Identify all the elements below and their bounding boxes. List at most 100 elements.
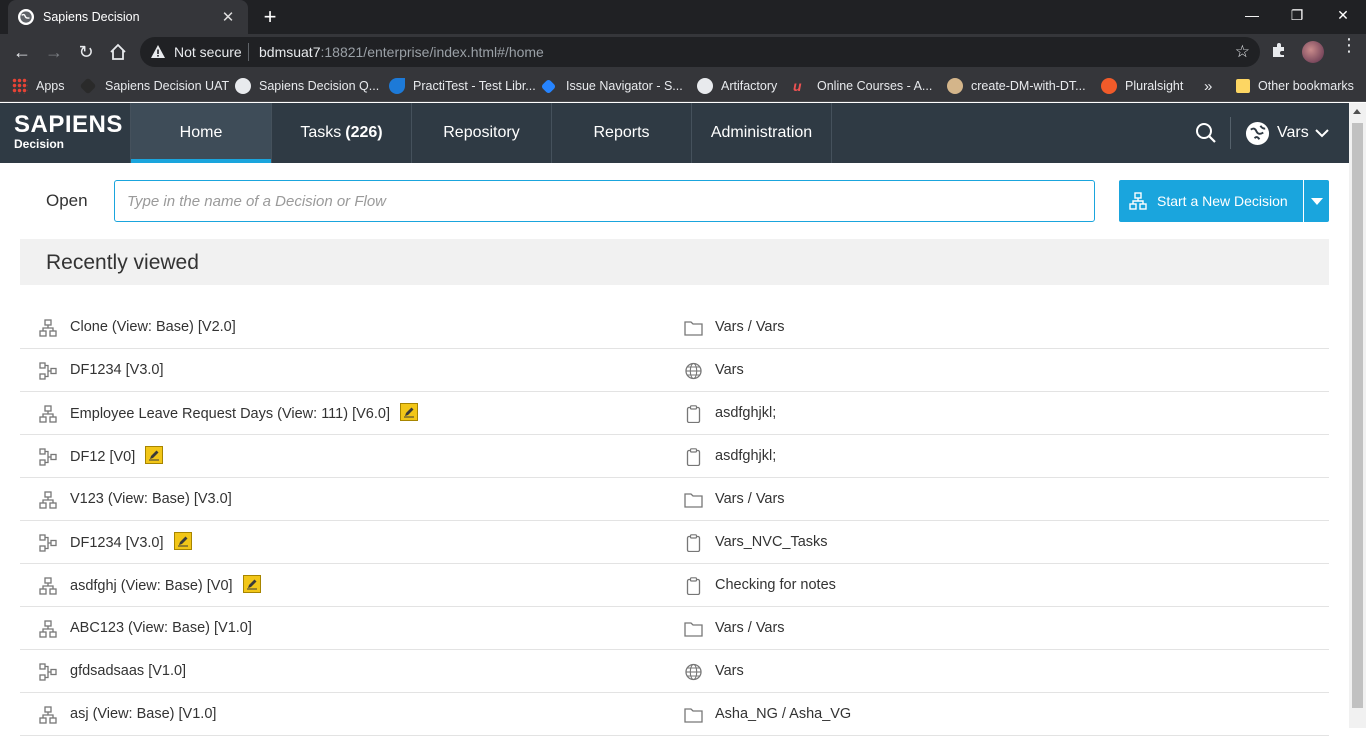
recent-item-row[interactable]: gfdsadsaas [V1.0] Vars: [20, 650, 1329, 693]
bookmark-label: PractiTest - Test Libr...: [413, 79, 536, 93]
flow-icon: [39, 362, 57, 380]
nav-label: Repository: [443, 124, 520, 141]
nav-tab-repository[interactable]: Repository: [411, 103, 551, 163]
extensions-puzzle-icon[interactable]: [1270, 41, 1288, 64]
browser-menu-icon[interactable]: ⋮: [1340, 36, 1358, 54]
recent-item-row[interactable]: DF1234 [V3.0] Vars: [20, 349, 1329, 392]
bookmark-label: Artifactory: [721, 79, 778, 93]
recent-item-row[interactable]: Clone (View: Base) [V2.0] Vars / Vars: [20, 306, 1329, 349]
item-location[interactable]: Vars / Vars: [715, 319, 785, 335]
scroll-up-arrow-icon[interactable]: [1353, 109, 1361, 114]
start-new-decision-button[interactable]: Start a New Decision: [1119, 180, 1303, 222]
item-location[interactable]: Vars / Vars: [715, 491, 785, 507]
nav-tab-home[interactable]: Home: [130, 103, 271, 163]
globe-icon: [235, 78, 251, 94]
note-icon[interactable]: [145, 446, 164, 464]
close-tab-icon[interactable]: ✕: [218, 8, 238, 26]
clipboard-icon: [684, 577, 703, 596]
profile-avatar[interactable]: [1302, 41, 1324, 63]
item-location[interactable]: Vars / Vars: [715, 620, 785, 636]
scrollbar-thumb[interactable]: [1352, 123, 1363, 708]
open-search-input[interactable]: [114, 180, 1095, 222]
bookmark-label: create-DM-with-DT...: [971, 79, 1086, 93]
bookmark-sapiens-uat[interactable]: Sapiens Decision UAT: [79, 76, 229, 96]
item-location[interactable]: Vars: [715, 362, 744, 378]
note-icon[interactable]: [399, 403, 418, 421]
url-path: :18821/enterprise/index.html#/home: [320, 44, 544, 60]
start-dropdown-caret[interactable]: [1303, 180, 1329, 222]
bookmark-practitest[interactable]: PractiTest - Test Libr...: [389, 76, 536, 96]
item-name-link[interactable]: DF1234 [V3.0]: [70, 362, 164, 378]
note-icon[interactable]: [173, 532, 192, 550]
scrollbar[interactable]: [1349, 103, 1366, 728]
recent-item-row[interactable]: asdfghj (View: Base) [V0] Checking for no…: [20, 564, 1329, 607]
item-name-link[interactable]: Clone (View: Base) [V2.0]: [70, 319, 236, 335]
home-icon[interactable]: [104, 38, 132, 66]
new-tab-button[interactable]: +: [258, 4, 282, 30]
item-name-link[interactable]: asj (View: Base) [V1.0]: [70, 706, 216, 722]
bookmark-pluralsight[interactable]: Pluralsight: [1101, 76, 1183, 96]
folder-icon: [684, 620, 703, 638]
item-name-link[interactable]: DF12 [V0]: [70, 446, 164, 466]
item-name-link[interactable]: V123 (View: Base) [V3.0]: [70, 491, 232, 507]
recent-item-row[interactable]: asj (View: Base) [V1.0] Asha_NG / Asha_VG: [20, 693, 1329, 736]
item-location[interactable]: Vars_NVC_Tasks: [715, 534, 828, 550]
item-location[interactable]: Checking for notes: [715, 577, 836, 593]
url-text[interactable]: bdmsuat7:18821/enterprise/index.html#/ho…: [259, 44, 544, 60]
item-location[interactable]: Vars: [715, 663, 744, 679]
nav-label: Tasks: [300, 124, 342, 141]
item-location[interactable]: asdfghjkl;: [715, 405, 776, 421]
globe-icon: [18, 9, 34, 25]
sapiens-icon: [79, 77, 97, 95]
forward-arrow-icon[interactable]: →: [40, 38, 68, 66]
udemy-icon: u: [793, 78, 802, 94]
decision-icon: [39, 491, 57, 509]
not-secure-label[interactable]: Not secure: [174, 44, 242, 60]
back-arrow-icon[interactable]: ←: [8, 38, 36, 66]
recent-item-row[interactable]: DF12 [V0] asdfghjkl;: [20, 435, 1329, 478]
chevron-down-icon[interactable]: [1314, 125, 1330, 141]
item-name-link[interactable]: asdfghj (View: Base) [V0]: [70, 575, 261, 595]
item-name-link[interactable]: Employee Leave Request Days (View: 111) …: [70, 403, 418, 423]
decision-icon: [39, 405, 57, 423]
close-window-button[interactable]: ✕: [1320, 0, 1366, 30]
bookmark-label: Online Courses - A...: [817, 79, 933, 93]
bookmark-artifactory[interactable]: Artifactory: [697, 76, 777, 96]
search-icon[interactable]: [1195, 122, 1217, 144]
other-bookmarks[interactable]: Other bookmarks: [1236, 76, 1354, 96]
user-globe-icon[interactable]: [1245, 121, 1270, 146]
browser-tab[interactable]: Sapiens Decision ✕: [8, 0, 248, 34]
recent-item-row[interactable]: V123 (View: Base) [V3.0] Vars / Vars: [20, 478, 1329, 521]
decision-icon: [39, 620, 57, 638]
bookmarks-bar: Apps Sapiens Decision UAT Sapiens Decisi…: [0, 70, 1366, 102]
nav-tab-reports[interactable]: Reports: [551, 103, 691, 163]
nav-tab-tasks[interactable]: Tasks (226): [271, 103, 411, 163]
clipboard-icon: [684, 405, 703, 424]
bookmark-apps[interactable]: Apps: [12, 76, 65, 96]
bookmark-issue-navigator[interactable]: Issue Navigator - S...: [540, 76, 683, 96]
address-bar[interactable]: Not secure bdmsuat7:18821/enterprise/ind…: [140, 37, 1260, 67]
item-name-link[interactable]: gfdsadsaas [V1.0]: [70, 663, 186, 679]
bookmark-sapiens-q[interactable]: Sapiens Decision Q...: [235, 76, 379, 96]
user-name[interactable]: Vars: [1277, 124, 1309, 142]
bookmark-star-icon[interactable]: ☆: [1235, 42, 1250, 62]
nav-label: Home: [179, 124, 223, 141]
bookmark-online-courses[interactable]: u Online Courses - A...: [793, 76, 932, 96]
globe-icon: [684, 362, 703, 380]
reload-icon[interactable]: ↻: [72, 38, 100, 66]
restore-button[interactable]: ❐: [1274, 0, 1320, 30]
item-location[interactable]: asdfghjkl;: [715, 448, 776, 464]
bookmark-create-dm[interactable]: create-DM-with-DT...: [947, 76, 1086, 96]
item-location[interactable]: Asha_NG / Asha_VG: [715, 706, 851, 722]
recent-item-row[interactable]: Employee Leave Request Days (View: 111) …: [20, 392, 1329, 435]
recent-item-row[interactable]: DF1234 [V3.0] Vars_NVC_Tasks: [20, 521, 1329, 564]
more-bookmarks-button[interactable]: »: [1204, 76, 1212, 96]
decision-icon: [39, 319, 57, 337]
recent-item-row[interactable]: ABC123 (View: Base) [V1.0] Vars / Vars: [20, 607, 1329, 650]
item-name-link[interactable]: ABC123 (View: Base) [V1.0]: [70, 620, 252, 636]
item-name-link[interactable]: DF1234 [V3.0]: [70, 532, 192, 552]
note-icon[interactable]: [242, 575, 261, 593]
nav-tab-administration[interactable]: Administration: [691, 103, 832, 163]
sapiens-logo[interactable]: SAPIENS Decision: [14, 113, 123, 152]
minimize-button[interactable]: —: [1229, 0, 1275, 30]
